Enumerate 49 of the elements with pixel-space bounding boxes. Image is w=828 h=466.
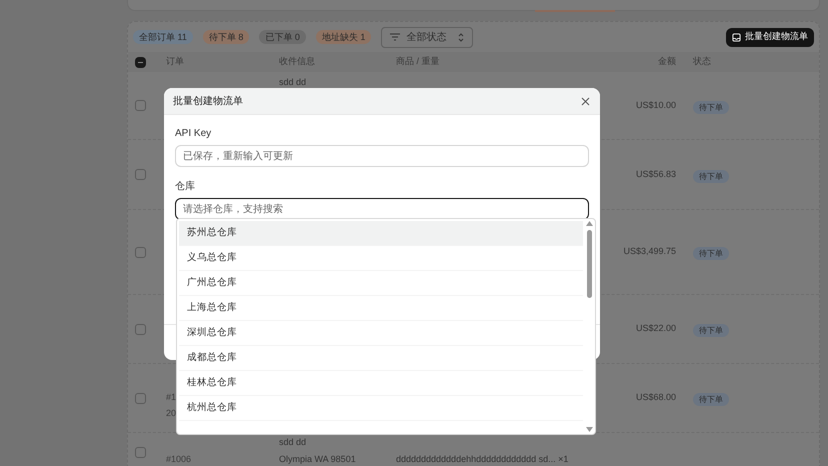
amount-text: US$3,499.75	[623, 246, 676, 256]
warehouse-option[interactable]: 上海总仓库	[179, 296, 583, 321]
recipient-text: sdd dd	[279, 437, 306, 448]
bulk-create-button[interactable]: 批量创建物流单	[726, 28, 814, 46]
amount-text: US$68.00	[636, 392, 676, 402]
warehouse-option[interactable]: 广州总仓库	[179, 271, 583, 296]
inbox-icon	[732, 32, 741, 42]
column-header: 商品 / 重量	[396, 55, 441, 68]
warehouse-option[interactable]: 杭州总仓库	[179, 396, 583, 421]
status-badge: 待下单	[693, 324, 729, 337]
amount-text: US$56.83	[636, 168, 676, 179]
order-text: #1006	[166, 454, 192, 465]
status-badge: 待下单	[693, 100, 729, 114]
status-badge: 待下单	[693, 247, 729, 260]
order-text: 20	[166, 408, 176, 418]
scroll-down-icon[interactable]	[586, 427, 592, 432]
row-checkbox[interactable]	[135, 169, 146, 180]
select-all-checkbox[interactable]	[135, 56, 146, 68]
warehouse-option[interactable]: 桂林总仓库	[179, 371, 583, 396]
field-label: 仓库	[175, 180, 196, 194]
scrollbar-thumb[interactable]	[586, 230, 592, 298]
row-checkbox[interactable]	[135, 324, 146, 334]
recipient-text: sdd dd	[279, 77, 306, 88]
scrollbar[interactable]	[583, 219, 595, 434]
amount-text: US$22.00	[636, 323, 676, 334]
warehouse-option[interactable]: 深圳总仓库	[179, 321, 583, 346]
amount-text: US$10.00	[636, 100, 676, 110]
warehouse-option[interactable]: 成都总仓库	[179, 346, 583, 371]
order-text: #1	[166, 392, 176, 402]
row-checkbox[interactable]	[135, 246, 146, 258]
close-button[interactable]	[579, 95, 591, 107]
chevron-updown-icon	[458, 32, 464, 42]
row-checkbox[interactable]	[135, 392, 146, 404]
row-checkbox[interactable]	[135, 100, 146, 111]
product-text: dddddddddddddehhdddddddddddd sd... ×1	[396, 454, 568, 464]
status-badge: 待下单	[693, 170, 729, 182]
field-label: API Key	[175, 127, 212, 141]
dialog-title: 批量创建物流单	[173, 94, 243, 108]
column-header: 收件信息	[279, 55, 316, 68]
status-badge: 待下单	[693, 393, 729, 406]
recipient-text: Olympia WA 98501	[279, 454, 356, 465]
filter-icon	[390, 33, 400, 41]
column-header: 状态	[692, 55, 712, 68]
column-header: 订单	[166, 55, 185, 68]
row-checkbox[interactable]	[135, 447, 146, 458]
column-header: 金额	[657, 55, 676, 68]
warehouse-option[interactable]: 义乌总仓库	[179, 246, 583, 271]
warehouse-option[interactable]: 苏州总仓库	[179, 221, 583, 246]
scroll-up-icon[interactable]	[586, 221, 592, 226]
